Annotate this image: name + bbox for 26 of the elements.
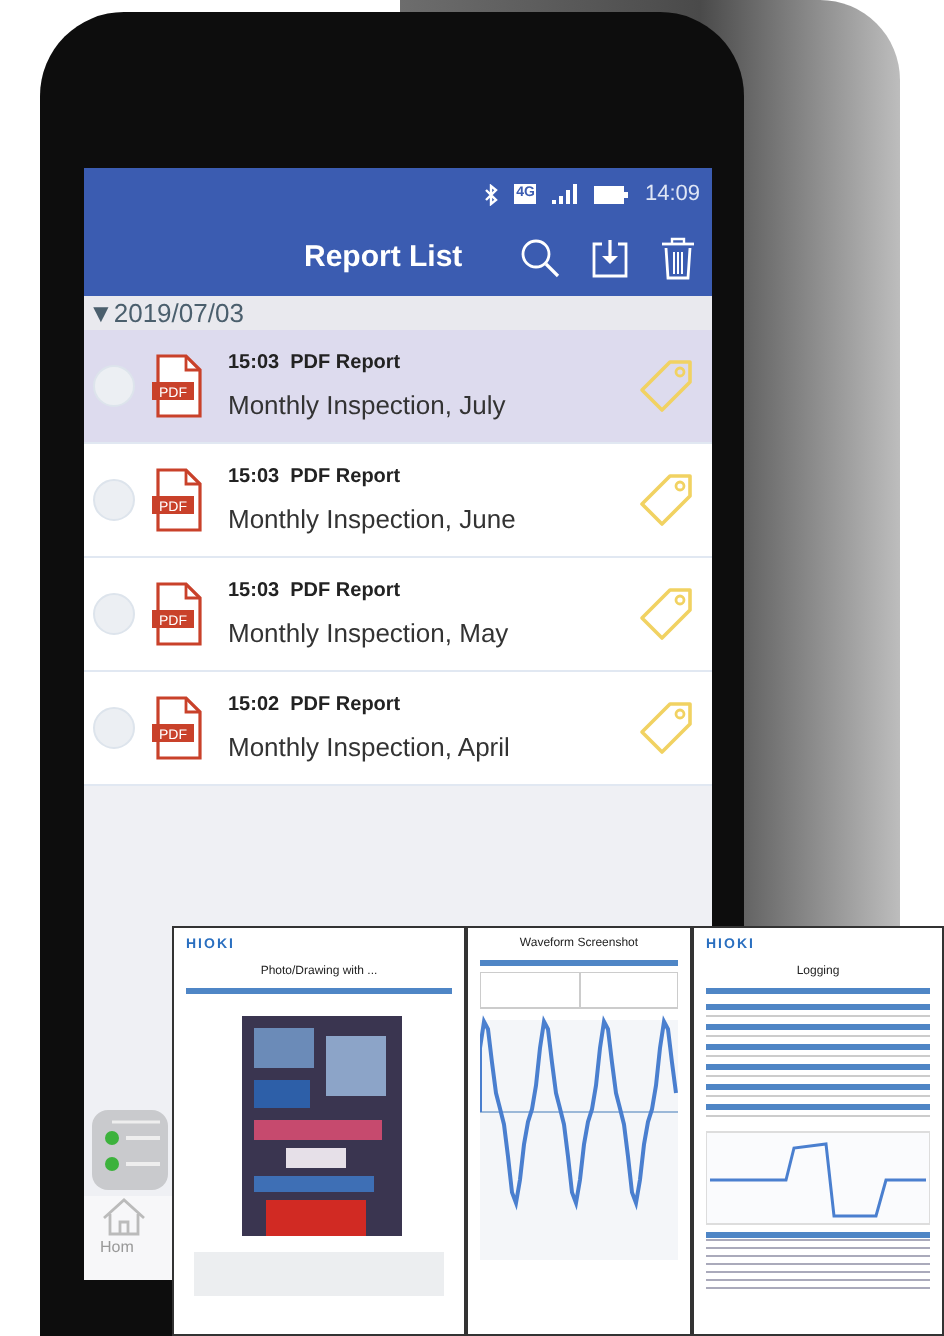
clock: 14:09 (644, 179, 700, 210)
report-name: Monthly Inspection, July (228, 387, 508, 424)
bluetooth-icon (484, 183, 499, 205)
report-name: Monthly Inspection, May (228, 615, 511, 652)
report-name: Monthly Inspection, June (228, 501, 518, 538)
search-icon[interactable] (520, 238, 560, 278)
report-meta: 15:03 PDF Report (228, 463, 403, 492)
report-meta: 15:03 PDF Report (228, 349, 403, 378)
screen-title: Report List (304, 237, 463, 278)
download-icon[interactable] (592, 238, 628, 278)
trash-icon[interactable] (660, 236, 696, 280)
radio-circle[interactable] (92, 478, 136, 522)
tag-icon[interactable] (636, 698, 696, 758)
tag-icon[interactable] (636, 584, 696, 644)
tag-icon[interactable] (636, 356, 696, 416)
tag-icon[interactable] (636, 470, 696, 530)
home-icon[interactable] (100, 1196, 148, 1236)
report-meta: 15:03 PDF Report (228, 577, 403, 606)
date-group-header[interactable]: ▼2019/07/03 (84, 296, 712, 330)
radio-circle[interactable] (92, 592, 136, 636)
battery-icon (594, 185, 629, 203)
radio-circle[interactable] (92, 706, 136, 750)
report-name: Monthly Inspection, April (228, 729, 512, 766)
checklist-icon[interactable] (92, 1110, 168, 1190)
report-meta: 15:02 PDF Report (228, 691, 403, 720)
signal-icon (552, 184, 579, 204)
